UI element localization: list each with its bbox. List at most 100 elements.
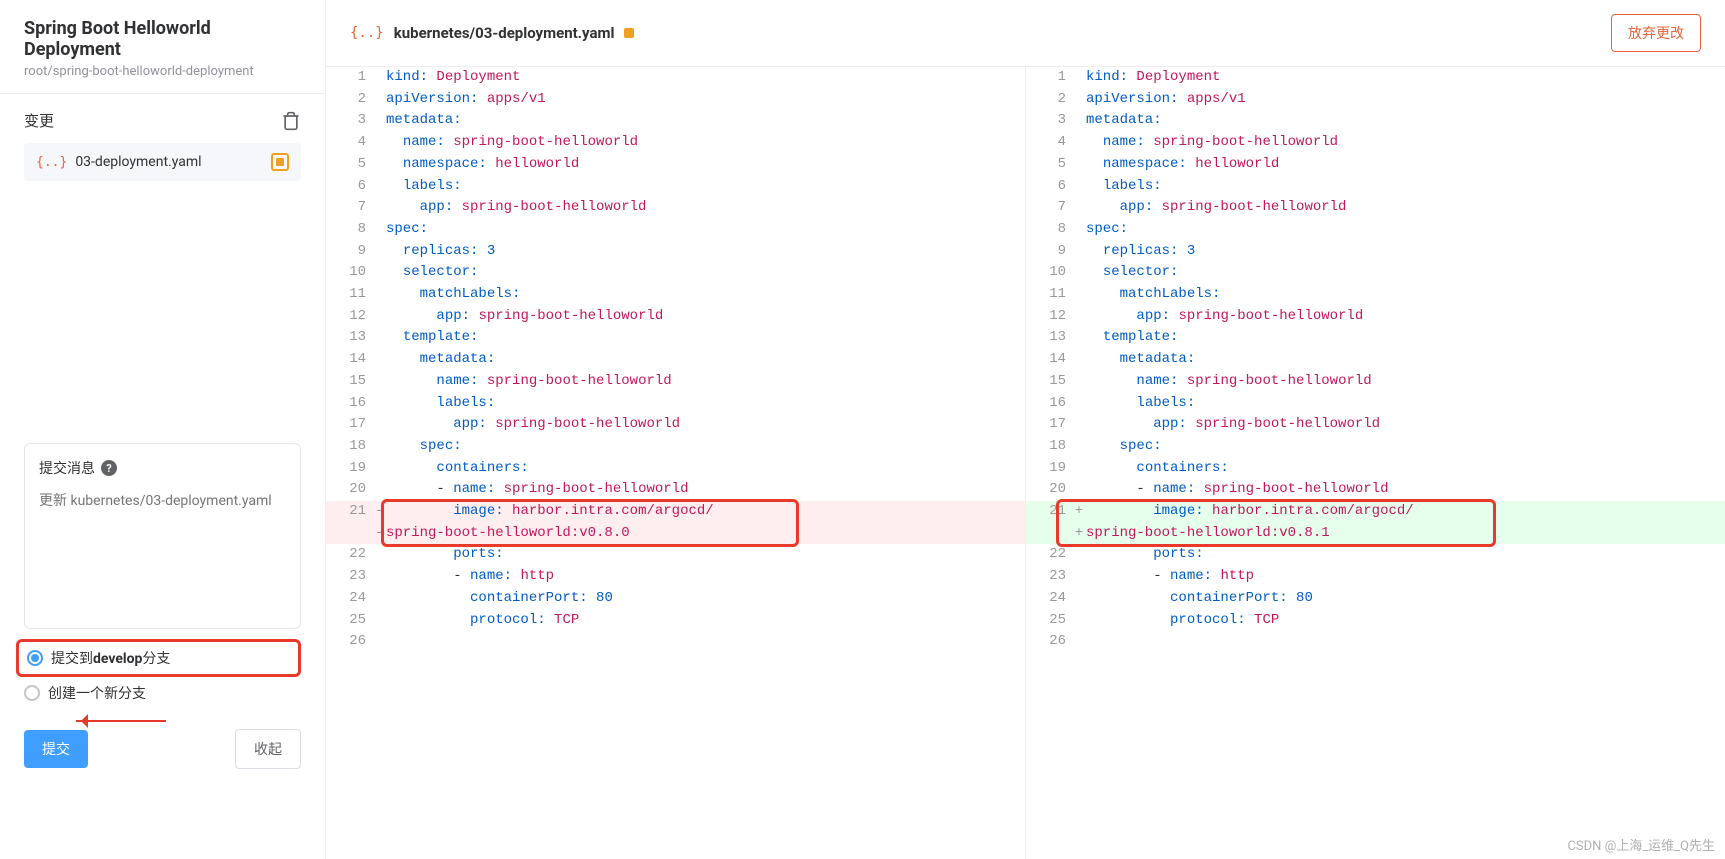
line-number: 14: [326, 349, 372, 371]
line-number: 15: [326, 371, 372, 393]
code-line[interactable]: 17 app: spring-boot-helloworld: [326, 414, 1025, 436]
code-line[interactable]: 3metadata:: [326, 110, 1025, 132]
code-line[interactable]: 24 containerPort: 80: [1026, 588, 1725, 610]
code-line[interactable]: 13 template:: [326, 327, 1025, 349]
diff-sign: +: [1072, 501, 1086, 523]
code-line[interactable]: 21- image: harbor.intra.com/argocd/: [326, 501, 1025, 523]
code-line[interactable]: 21+ image: harbor.intra.com/argocd/: [1026, 501, 1725, 523]
code-line[interactable]: 18 spec:: [326, 436, 1025, 458]
code-line[interactable]: 14 metadata:: [326, 349, 1025, 371]
code-line[interactable]: 2apiVersion: apps/v1: [1026, 89, 1725, 111]
diff-sign: [1072, 610, 1086, 632]
collapse-button[interactable]: 收起: [235, 729, 301, 769]
diff-sign: [372, 588, 386, 610]
code-line[interactable]: 24 containerPort: 80: [326, 588, 1025, 610]
line-number: 20: [326, 479, 372, 501]
code-line[interactable]: 14 metadata:: [1026, 349, 1725, 371]
discard-changes-button[interactable]: 放弃更改: [1611, 14, 1701, 52]
code-line[interactable]: 11 matchLabels:: [326, 284, 1025, 306]
code-line[interactable]: 11 matchLabels:: [1026, 284, 1725, 306]
code-line[interactable]: 6 labels:: [326, 176, 1025, 198]
code-content: metadata:: [386, 349, 1025, 371]
code-line[interactable]: 4 name: spring-boot-helloworld: [1026, 132, 1725, 154]
branch-options: 提交到develop分支 创建一个新分支: [24, 639, 301, 709]
line-number: 2: [326, 89, 372, 111]
code-line[interactable]: 10 selector:: [326, 262, 1025, 284]
code-line[interactable]: 22 ports:: [1026, 544, 1725, 566]
line-number: 17: [1026, 414, 1072, 436]
diff-sign: [372, 241, 386, 263]
code-content: app: spring-boot-helloworld: [386, 306, 1025, 328]
code-line[interactable]: 23 - name: http: [1026, 566, 1725, 588]
diff-pane-left[interactable]: 1kind: Deployment2apiVersion: apps/v13me…: [326, 67, 1026, 859]
diff-sign: [372, 176, 386, 198]
annotation-arrow: [76, 720, 166, 722]
code-line[interactable]: 19 containers:: [1026, 458, 1725, 480]
code-line[interactable]: 17 app: spring-boot-helloworld: [1026, 414, 1725, 436]
line-number: 7: [1026, 197, 1072, 219]
code-line[interactable]: 7 app: spring-boot-helloworld: [1026, 197, 1725, 219]
code-line[interactable]: 6 labels:: [1026, 176, 1725, 198]
code-line[interactable]: 2apiVersion: apps/v1: [326, 89, 1025, 111]
diff-sign: [1072, 219, 1086, 241]
create-new-branch-radio[interactable]: 创建一个新分支: [24, 677, 301, 709]
project-header: Spring Boot Helloworld Deployment root/s…: [0, 0, 325, 94]
code-line[interactable]: 13 template:: [1026, 327, 1725, 349]
discard-all-button[interactable]: [281, 111, 301, 131]
code-content: - name: spring-boot-helloworld: [386, 479, 1025, 501]
diff-sign: [1072, 544, 1086, 566]
create-new-branch-label: 创建一个新分支: [48, 683, 146, 703]
code-line[interactable]: 15 name: spring-boot-helloworld: [1026, 371, 1725, 393]
code-line[interactable]: +spring-boot-helloworld:v0.8.1: [1026, 523, 1725, 545]
code-line[interactable]: 23 - name: http: [326, 566, 1025, 588]
code-content: labels:: [386, 393, 1025, 415]
code-line[interactable]: 9 replicas: 3: [1026, 241, 1725, 263]
code-content: matchLabels:: [386, 284, 1025, 306]
diff-sign: [372, 610, 386, 632]
project-title: Spring Boot Helloworld Deployment: [24, 18, 301, 60]
commit-message-input[interactable]: [39, 490, 286, 610]
code-content: - name: http: [1086, 566, 1725, 588]
code-line[interactable]: 18 spec:: [1026, 436, 1725, 458]
line-number: [326, 523, 372, 545]
line-number: 9: [1026, 241, 1072, 263]
code-content: protocol: TCP: [1086, 610, 1725, 632]
help-icon[interactable]: ?: [101, 460, 117, 476]
code-line[interactable]: 12 app: spring-boot-helloworld: [1026, 306, 1725, 328]
code-line[interactable]: 19 containers:: [326, 458, 1025, 480]
submit-button[interactable]: 提交: [24, 730, 88, 768]
code-content: metadata:: [386, 110, 1025, 132]
diff-pane-right[interactable]: 1kind: Deployment2apiVersion: apps/v13me…: [1026, 67, 1725, 859]
changed-file-item[interactable]: {..} 03-deployment.yaml: [24, 143, 301, 181]
code-line[interactable]: 1kind: Deployment: [326, 67, 1025, 89]
code-line[interactable]: 3metadata:: [1026, 110, 1725, 132]
code-content: - name: http: [386, 566, 1025, 588]
code-line[interactable]: 5 namespace: helloworld: [326, 154, 1025, 176]
code-line[interactable]: 25 protocol: TCP: [326, 610, 1025, 632]
code-line[interactable]: 4 name: spring-boot-helloworld: [326, 132, 1025, 154]
diff-sign: [1072, 588, 1086, 610]
code-line[interactable]: 26: [326, 631, 1025, 653]
code-line[interactable]: 25 protocol: TCP: [1026, 610, 1725, 632]
code-line[interactable]: 12 app: spring-boot-helloworld: [326, 306, 1025, 328]
code-line[interactable]: 8spec:: [326, 219, 1025, 241]
line-number: 6: [326, 176, 372, 198]
code-line[interactable]: 1kind: Deployment: [1026, 67, 1725, 89]
code-line[interactable]: 10 selector:: [1026, 262, 1725, 284]
diff-sign: [372, 479, 386, 501]
code-line[interactable]: 5 namespace: helloworld: [1026, 154, 1725, 176]
code-line[interactable]: 9 replicas: 3: [326, 241, 1025, 263]
code-line[interactable]: 15 name: spring-boot-helloworld: [326, 371, 1025, 393]
code-line[interactable]: 22 ports:: [326, 544, 1025, 566]
code-line[interactable]: 7 app: spring-boot-helloworld: [326, 197, 1025, 219]
code-line[interactable]: 8spec:: [1026, 219, 1725, 241]
code-line[interactable]: 26: [1026, 631, 1725, 653]
diff-sign: [372, 327, 386, 349]
code-line[interactable]: 20 - name: spring-boot-helloworld: [1026, 479, 1725, 501]
code-line[interactable]: -spring-boot-helloworld:v0.8.0: [326, 523, 1025, 545]
code-line[interactable]: 16 labels:: [1026, 393, 1725, 415]
diff-sign: [372, 110, 386, 132]
code-line[interactable]: 16 labels:: [326, 393, 1025, 415]
commit-to-branch-radio[interactable]: 提交到develop分支: [16, 639, 301, 677]
code-line[interactable]: 20 - name: spring-boot-helloworld: [326, 479, 1025, 501]
